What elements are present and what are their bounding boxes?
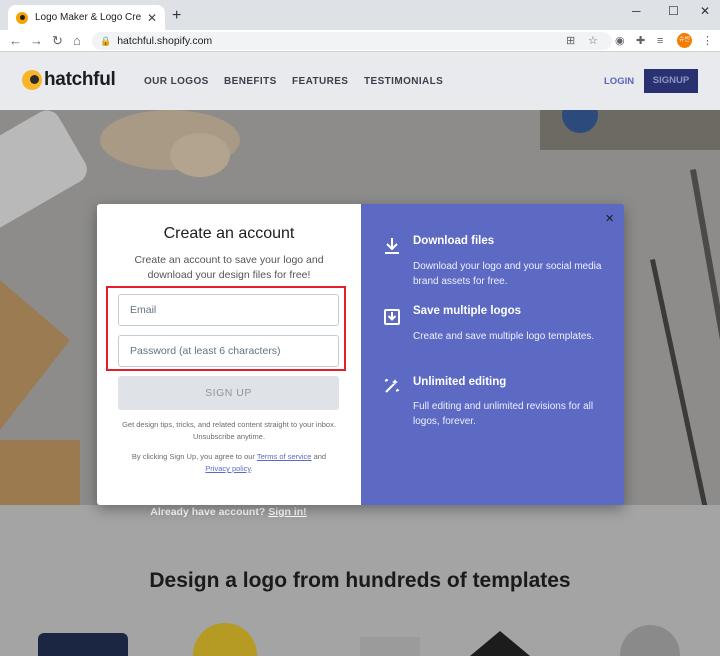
browser-tab-bar: Logo Maker & Logo Creator - H ✕ + ─ ☐ ✕ <box>0 0 720 30</box>
terms-prefix: By clicking Sign Up, you agree to our <box>131 452 255 461</box>
newsletter-notice: Get design tips, tricks, and related con… <box>122 420 336 441</box>
header-signup-button[interactable]: SIGNUP <box>644 69 698 93</box>
already-have-account: Already have account? Sign in! <box>0 506 457 518</box>
bookmark-star-icon[interactable]: ☆ <box>588 34 598 47</box>
download-icon <box>385 238 399 254</box>
back-icon[interactable]: ← <box>9 33 22 49</box>
browser-tab[interactable]: Logo Maker & Logo Creator - H ✕ <box>8 5 165 30</box>
logo-text: hatchful <box>44 69 116 90</box>
feature-download-title: Download files <box>413 235 495 247</box>
new-tab-icon[interactable]: + <box>172 7 181 25</box>
already-account-text: Already have account? <box>150 506 266 518</box>
camera-extension-icon[interactable]: ◉ <box>615 33 625 49</box>
password-field[interactable] <box>118 335 339 367</box>
address-bar[interactable]: 🔒 hatchful.shopify.com ⊞ ☆ <box>92 32 612 50</box>
login-link[interactable]: LOGIN <box>604 76 634 87</box>
puzzle-extension-icon[interactable]: ✚ <box>636 33 645 49</box>
edit-magic-icon <box>384 378 400 393</box>
site-header: hatchful OUR LOGOS BENEFITS FEATURES TES… <box>0 52 720 110</box>
feature-save-description: Create and save multiple logo templates. <box>413 331 595 342</box>
create-account-modal: Create an account Create an account to s… <box>97 204 624 505</box>
forward-icon[interactable]: → <box>30 33 43 49</box>
profile-avatar[interactable]: 슈빈 <box>677 33 692 48</box>
privacy-policy-link[interactable]: Privacy policy <box>205 464 250 473</box>
hatchful-favicon-icon <box>16 11 28 24</box>
media-control-icon[interactable]: ≡ <box>657 33 663 49</box>
tab-title: Logo Maker & Logo Creator - H <box>35 12 141 23</box>
terms-suffix: . <box>250 464 253 473</box>
feature-save-title: Save multiple logos <box>413 305 521 317</box>
nav-features[interactable]: FEATURES <box>292 76 348 87</box>
browser-toolbar: ← → ↻ ⌂ 🔒 hatchful.shopify.com ⊞ ☆ <box>0 30 720 52</box>
hatchful-logo[interactable]: hatchful <box>22 69 116 91</box>
terms-notice: By clicking Sign Up, you agree to our Te… <box>119 451 339 475</box>
browser-menu-icon[interactable]: ⋮ <box>702 33 713 49</box>
home-icon[interactable]: ⌂ <box>73 33 81 49</box>
hatchful-logo-mark-icon <box>22 70 42 90</box>
nav-testimonials[interactable]: TESTIMONIALS <box>364 76 443 87</box>
minimize-icon[interactable]: ─ <box>632 4 641 18</box>
terms-of-service-link[interactable]: Terms of service <box>257 452 312 461</box>
url-text: hatchful.shopify.com <box>117 35 213 47</box>
terms-and: and <box>313 452 327 461</box>
save-icon <box>384 309 400 325</box>
benefits-panel: × Download files Download your logo and … <box>361 204 624 505</box>
nav-our-logos[interactable]: OUR LOGOS <box>144 76 209 87</box>
signup-button[interactable]: SIGN UP <box>118 376 339 410</box>
nav-benefits[interactable]: BENEFITS <box>224 76 277 87</box>
lock-icon: 🔒 <box>100 35 112 46</box>
email-field[interactable] <box>118 294 339 326</box>
translate-icon[interactable]: ⊞ <box>566 34 575 47</box>
feature-download-description: Download your logo and your social media… <box>413 261 602 287</box>
close-icon[interactable]: × <box>605 211 614 226</box>
tab-close-icon[interactable]: ✕ <box>147 11 157 25</box>
modal-subtitle: Create an account to save your logo and … <box>134 254 324 281</box>
reload-icon[interactable]: ↻ <box>52 33 63 49</box>
feature-editing-description: Full editing and unlimited revisions for… <box>413 401 594 427</box>
maximize-icon[interactable]: ☐ <box>668 4 679 18</box>
signup-form-panel: Create an account Create an account to s… <box>97 204 361 505</box>
sign-in-link[interactable]: Sign in! <box>268 506 307 518</box>
modal-title: Create an account <box>163 225 295 242</box>
page-headline: Design a logo from hundreds of templates <box>149 569 571 592</box>
feature-editing-title: Unlimited editing <box>413 376 507 388</box>
window-close-icon[interactable]: ✕ <box>700 4 710 18</box>
